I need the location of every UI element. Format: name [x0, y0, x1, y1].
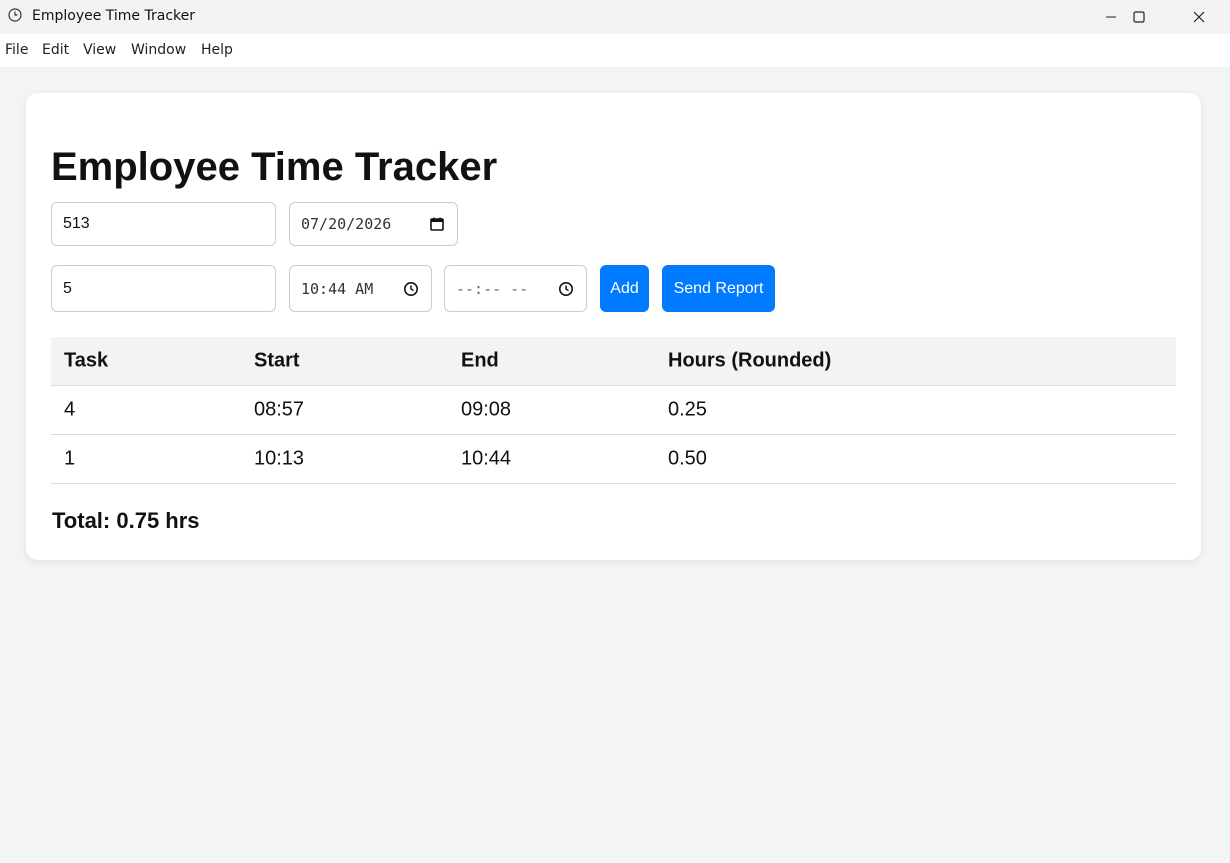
column-header-task: Task — [64, 349, 109, 372]
end-time-placeholder: --:-- -- — [456, 279, 529, 298]
date-value: 07/20/2026 — [301, 215, 392, 233]
send-report-button[interactable]: Send Report — [662, 265, 775, 312]
cell-task: 4 — [64, 398, 76, 421]
tracker-card: Employee Time Tracker 513 07/20/2026 5 1… — [26, 93, 1201, 560]
start-time-field[interactable]: 10:44 AM — [289, 265, 432, 312]
title-bar: Employee Time Tracker — [0, 0, 1230, 34]
table-header: Task Start End Hours (Rounded) — [51, 337, 1176, 386]
employee-id-value: 513 — [63, 215, 90, 232]
total-hours: Total: 0.75 hrs — [52, 508, 200, 533]
page-title: Employee Time Tracker — [51, 145, 498, 189]
task-value: 5 — [63, 279, 72, 297]
window-title: Employee Time Tracker — [32, 8, 196, 24]
task-field[interactable]: 5 — [51, 265, 276, 312]
clock-icon[interactable] — [558, 281, 574, 297]
employee-id-field[interactable]: 513 — [51, 202, 276, 246]
column-header-end: End — [461, 349, 499, 372]
cell-start: 10:13 — [254, 447, 305, 470]
column-header-start: Start — [254, 349, 300, 372]
clock-icon — [8, 8, 22, 22]
time-entries-table: Task Start End Hours (Rounded) 4 08:57 0… — [51, 337, 1176, 484]
cell-hours: 0.50 — [668, 447, 707, 470]
date-field[interactable]: 07/20/2026 — [289, 202, 458, 246]
calendar-icon[interactable] — [429, 216, 445, 232]
menu-bar: File Edit View Window Help — [0, 34, 1230, 67]
table-row: 4 08:57 09:08 0.25 — [51, 386, 1176, 435]
column-header-hours: Hours (Rounded) — [668, 349, 832, 372]
maximize-icon — [1133, 11, 1145, 23]
clock-icon[interactable] — [403, 281, 419, 297]
cell-start: 08:57 — [254, 398, 305, 421]
close-icon — [1193, 11, 1205, 23]
start-time-value: 10:44 AM — [301, 279, 374, 298]
cell-end: 10:44 — [461, 447, 512, 470]
cell-hours: 0.25 — [668, 398, 707, 421]
menu-window[interactable]: Window — [131, 42, 186, 58]
menu-help[interactable]: Help — [201, 42, 233, 58]
table-row: 1 10:13 10:44 0.50 — [51, 435, 1176, 484]
close-button[interactable] — [1176, 0, 1222, 34]
cell-end: 09:08 — [461, 398, 512, 421]
menu-edit[interactable]: Edit — [42, 42, 69, 58]
maximize-button[interactable] — [1116, 0, 1162, 34]
add-button[interactable]: Add — [600, 265, 649, 312]
menu-view[interactable]: View — [83, 42, 116, 58]
cell-task: 1 — [64, 447, 76, 470]
end-time-field[interactable]: --:-- -- — [444, 265, 587, 312]
menu-file[interactable]: File — [5, 42, 28, 58]
